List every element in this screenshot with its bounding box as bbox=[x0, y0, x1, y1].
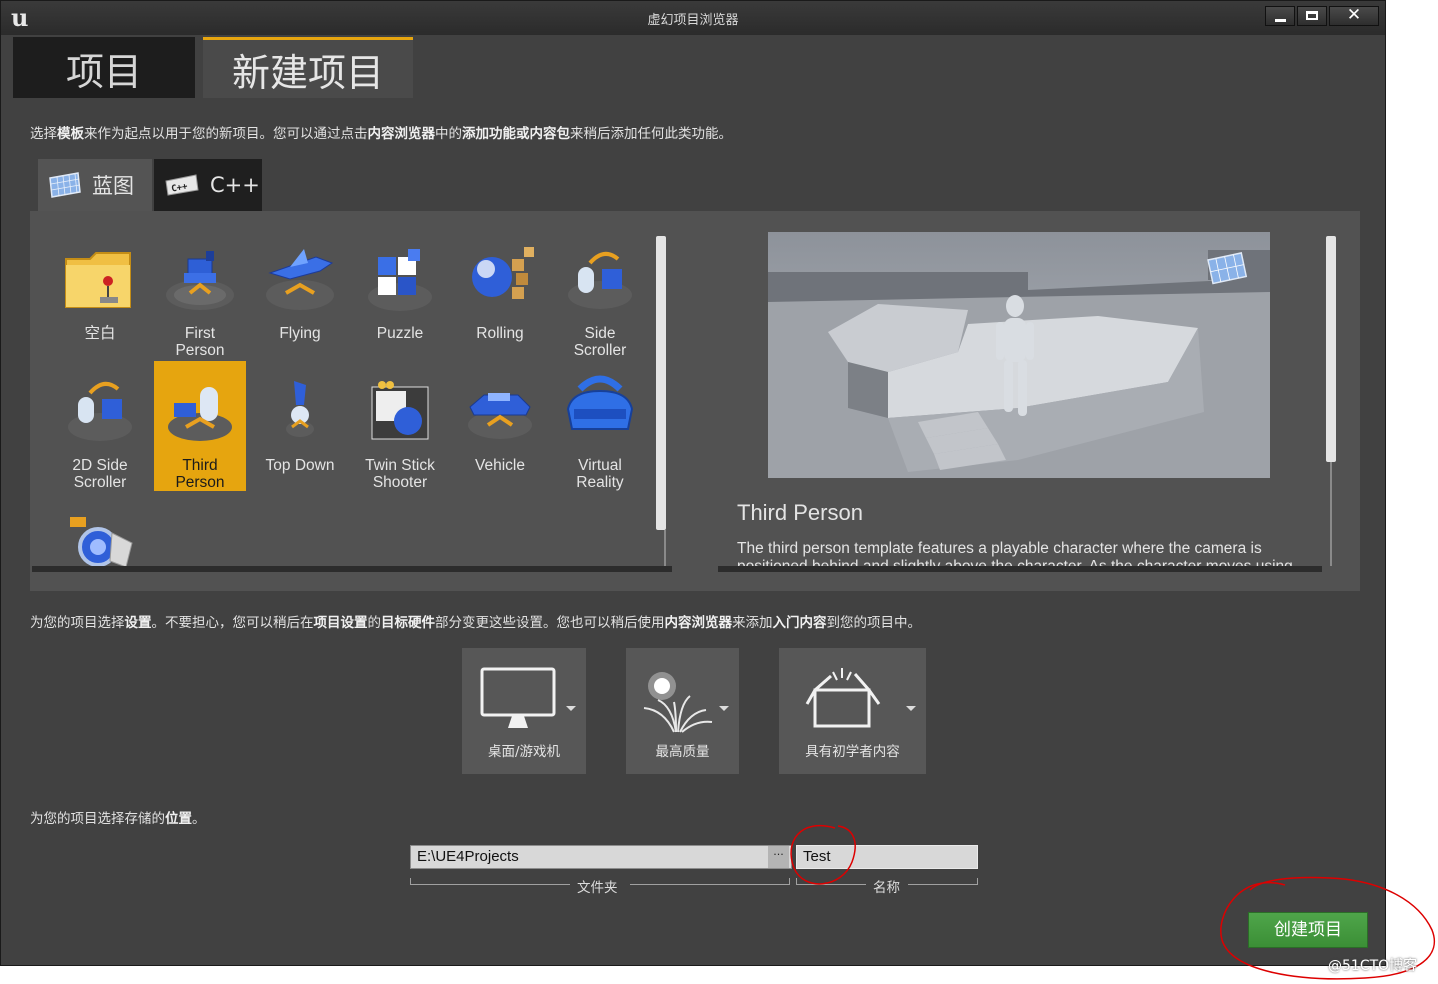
first-person-icon bbox=[166, 251, 234, 310]
top-down-icon bbox=[286, 381, 314, 437]
browse-folder-button[interactable]: ··· bbox=[768, 846, 789, 868]
window-title: 虚幻项目浏览器 bbox=[647, 13, 739, 28]
template-list-scrollbar[interactable] bbox=[656, 236, 666, 530]
cpp-icon: C++ bbox=[165, 174, 199, 196]
template-grid: 空白 First Person Flying Puzzle Rolling Si… bbox=[30, 229, 660, 569]
preview-scroll-track bbox=[1330, 462, 1332, 566]
template-twin-stick-shooter-label: Twin Stick Shooter bbox=[365, 457, 435, 491]
quality-setting[interactable]: 最高质量 bbox=[626, 648, 739, 774]
create-project-button[interactable]: 创建项目 bbox=[1248, 912, 1368, 948]
2d-side-scroller-icon bbox=[68, 381, 132, 441]
chevron-down-icon bbox=[906, 706, 916, 711]
maximize-icon bbox=[1306, 11, 1318, 20]
folder-label-bracket bbox=[789, 878, 790, 885]
target-platform-label: 桌面/游戏机 bbox=[487, 744, 561, 760]
template-virtual-reality-label: Virtual Reality bbox=[576, 457, 624, 491]
blueprint-icon bbox=[49, 172, 81, 198]
template-list-bottom-edge bbox=[32, 566, 672, 572]
template-flying[interactable]: Flying bbox=[254, 229, 346, 359]
template-first-person[interactable]: First Person bbox=[154, 229, 246, 359]
template-preview-image bbox=[768, 232, 1270, 478]
chevron-down-icon bbox=[719, 706, 729, 711]
template-top-down-label: Top Down bbox=[265, 457, 335, 474]
template-blank[interactable]: 空白 bbox=[54, 229, 146, 359]
template-rolling-label: Rolling bbox=[476, 325, 524, 342]
minimize-button[interactable] bbox=[1265, 6, 1295, 26]
target-platform-setting[interactable]: 桌面/游戏机 bbox=[462, 648, 586, 774]
title-bar[interactable]: u 虚幻项目浏览器 ✕ bbox=[1, 1, 1385, 35]
tab-projects[interactable]: 项目 bbox=[13, 37, 195, 99]
template-third-person[interactable]: Third Person bbox=[154, 361, 246, 491]
template-list-scroll-track bbox=[664, 530, 666, 566]
template-virtual-reality[interactable]: Virtual Reality bbox=[554, 361, 646, 491]
watermark: @51CTO博客 bbox=[1328, 958, 1418, 974]
template-third-person-label: Third Person bbox=[175, 457, 225, 491]
tab-new-project[interactable]: 新建项目 bbox=[203, 37, 413, 99]
twin-stick-icon bbox=[371, 381, 429, 440]
template-2d-side-scroller[interactable]: 2D Side Scroller bbox=[54, 361, 146, 491]
puzzle-icon bbox=[368, 249, 432, 311]
template-vehicle-label: Vehicle bbox=[475, 457, 525, 474]
template-side-scroller[interactable]: Side Scroller bbox=[554, 229, 646, 359]
folder-label-line bbox=[410, 884, 570, 885]
name-label: 名称 bbox=[873, 880, 900, 896]
template-twin-stick-shooter[interactable]: Twin Stick Shooter bbox=[354, 361, 446, 491]
starter-content-label: 具有初学者内容 bbox=[805, 744, 900, 760]
starter-box-icon bbox=[805, 668, 881, 728]
vehicle-advanced-icon bbox=[70, 517, 133, 568]
project-folder-input[interactable]: E:\UE4Projects bbox=[410, 845, 792, 869]
preview-title: Third Person bbox=[737, 500, 863, 525]
folder-label-line bbox=[630, 884, 790, 885]
template-blank-label: 空白 bbox=[84, 325, 116, 342]
third-person-icon bbox=[168, 387, 232, 441]
preview-bottom-edge bbox=[718, 566, 1322, 572]
monitor-icon bbox=[480, 667, 556, 728]
template-top-down[interactable]: Top Down bbox=[254, 361, 346, 491]
close-icon: ✕ bbox=[1346, 5, 1362, 25]
tab-cpp-label: C++ bbox=[210, 173, 260, 197]
side-scroller-icon bbox=[568, 251, 632, 309]
template-rolling[interactable]: Rolling bbox=[454, 229, 546, 359]
rolling-icon bbox=[472, 247, 534, 299]
name-label-bracket bbox=[977, 878, 978, 885]
vr-headset-icon bbox=[566, 375, 634, 430]
quality-icon bbox=[643, 672, 713, 733]
template-first-person-label: First Person bbox=[175, 325, 225, 359]
template-flying-label: Flying bbox=[279, 325, 321, 342]
maximize-button[interactable] bbox=[1297, 6, 1327, 26]
name-label-line bbox=[908, 884, 978, 885]
flying-icon bbox=[266, 249, 334, 310]
quality-label: 最高质量 bbox=[655, 744, 710, 760]
template-vehicle-advanced[interactable] bbox=[54, 493, 146, 569]
chevron-down-icon bbox=[566, 706, 576, 711]
blank-folder-icon bbox=[65, 252, 131, 308]
template-vehicle[interactable]: Vehicle bbox=[454, 361, 546, 491]
tab-blueprint[interactable]: 蓝图 bbox=[38, 159, 152, 211]
tab-blueprint-label: 蓝图 bbox=[92, 174, 134, 198]
window-controls: ✕ bbox=[1265, 5, 1379, 26]
template-hint: 选择模板来作为起点以用于您的新项目。您可以通过点击内容浏览器中的添加功能或内容包… bbox=[30, 126, 732, 142]
template-2d-side-scroller-label: 2D Side Scroller bbox=[72, 457, 128, 491]
close-button[interactable]: ✕ bbox=[1329, 5, 1379, 26]
preview-scrollbar[interactable] bbox=[1326, 236, 1336, 462]
tab-cpp[interactable]: C++ C++ bbox=[154, 159, 262, 211]
svg-text:C++: C++ bbox=[171, 182, 189, 195]
template-puzzle[interactable]: Puzzle bbox=[354, 229, 446, 359]
folder-label: 文件夹 bbox=[577, 880, 618, 896]
template-side-scroller-label: Side Scroller bbox=[573, 325, 627, 359]
location-hint: 为您的项目选择存储的位置。 bbox=[30, 811, 206, 827]
vehicle-icon bbox=[468, 393, 532, 439]
starter-content-setting[interactable]: 具有初学者内容 bbox=[779, 648, 926, 774]
template-puzzle-label: Puzzle bbox=[376, 325, 424, 342]
minimize-icon bbox=[1275, 19, 1286, 22]
project-name-input[interactable]: Test bbox=[796, 845, 978, 869]
name-label-line bbox=[796, 884, 866, 885]
settings-hint: 为您的项目选择设置。不要担心，您可以稍后在项目设置的目标硬件部分变更这些设置。您… bbox=[30, 615, 921, 631]
